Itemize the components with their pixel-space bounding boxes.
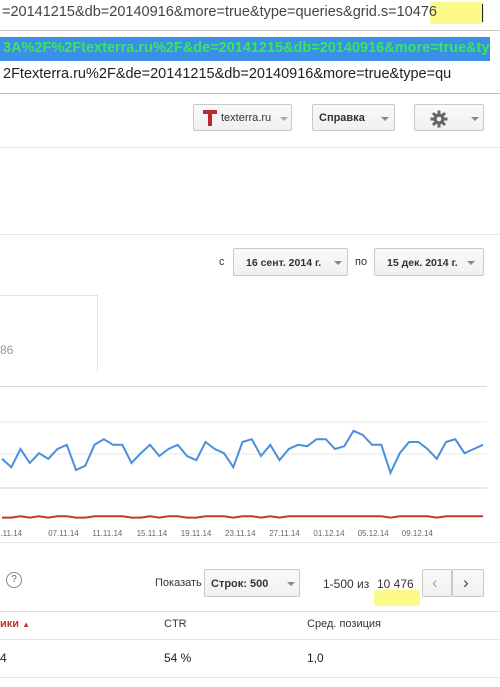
date-to-picker[interactable]: 15 дек. 2014 г. — [374, 248, 484, 276]
divider — [0, 542, 500, 543]
x-axis-tick-label: 01.12.14 — [313, 529, 345, 538]
date-from-label: с — [219, 256, 225, 268]
series-line-impressions — [1, 429, 484, 476]
date-from-picker[interactable]: 16 сент. 2014 г. — [233, 248, 348, 276]
divider — [0, 234, 500, 235]
x-axis-tick-label: 27.11.14 — [269, 529, 300, 538]
help-label: Справка — [319, 112, 365, 124]
settings-button[interactable] — [414, 104, 484, 131]
help-button[interactable]: Справка — [312, 104, 395, 131]
suggestion-text: 3A%2F%2Ftexterra.ru%2F&de=20141215&db=20… — [3, 40, 490, 56]
date-from-value: 16 сент. 2014 г. — [246, 257, 322, 269]
cell-clicks: 4 — [0, 651, 7, 665]
date-to-label: по — [355, 256, 368, 268]
clicks-chart — [0, 421, 487, 519]
chevron-down-icon — [334, 261, 342, 265]
sort-asc-icon: ▲ — [22, 620, 31, 629]
table-row[interactable]: 4 54 % 1,0 — [0, 640, 500, 676]
date-to-value: 15 дек. 2014 г. — [387, 257, 458, 269]
texterra-logo-icon — [203, 110, 217, 126]
series-line-clicks — [2, 515, 483, 519]
header-text: ики — [0, 618, 20, 630]
x-axis-tick-label: 23.11.14 — [225, 529, 256, 538]
summary-value: 86 — [0, 343, 14, 357]
chevron-down-icon — [471, 117, 479, 121]
range-text: 1-500 из — [323, 577, 370, 591]
chevron-left-icon: ‹ — [432, 573, 438, 592]
x-axis-tick-label: 3.11.14 — [0, 529, 23, 538]
total-highlight — [374, 590, 420, 606]
chevron-down-icon — [467, 261, 475, 265]
chevron-down-icon — [280, 117, 288, 121]
text-caret — [482, 4, 483, 22]
x-axis-tick-label: 05.12.14 — [357, 529, 389, 538]
column-header-ctr[interactable]: CTR — [164, 618, 187, 630]
chevron-down-icon — [381, 117, 389, 121]
suggestion-item[interactable]: 2Ftexterra.ru%2F&de=20141215&db=20140916… — [3, 66, 451, 82]
table-row-divider — [0, 677, 500, 678]
x-axis-tick-label: 15.11.14 — [136, 529, 168, 538]
summary-card — [0, 295, 98, 372]
url-text[interactable]: =20141215&db=20140916&more=true&type=que… — [2, 4, 437, 20]
rows-label: Строк: 500 — [211, 578, 269, 590]
column-header-position[interactable]: Сред. позиция — [307, 618, 381, 630]
url-highlight — [430, 2, 484, 24]
x-axis-tick-label: 09.12.14 — [401, 529, 433, 538]
suggestion-item-highlighted[interactable]: 3A%2F%2Ftexterra.ru%2F&de=20141215&db=20… — [0, 37, 490, 61]
chevron-right-icon: › — [463, 573, 469, 592]
chevron-down-icon — [287, 582, 295, 586]
cell-ctr: 54 % — [164, 651, 192, 665]
next-page-button[interactable]: › — [452, 569, 484, 597]
x-axis-tick-label: 19.11.14 — [180, 529, 212, 538]
table-top-border — [0, 611, 500, 612]
gear-icon — [430, 110, 448, 131]
x-axis-tick-label: 11.11.14 — [92, 529, 123, 538]
total-count: 10 476 — [377, 577, 414, 591]
column-header-clicks[interactable]: ики ▲ — [0, 618, 30, 630]
rows-per-page-select[interactable]: Строк: 500 — [204, 569, 300, 597]
divider — [0, 147, 500, 148]
help-circle-icon[interactable]: ? — [6, 572, 22, 588]
site-label: texterra.ru — [221, 112, 272, 124]
cell-position: 1,0 — [307, 651, 324, 665]
prev-page-button[interactable]: ‹ — [422, 569, 452, 597]
show-label: Показать — [155, 577, 202, 589]
x-axis-tick-label: 07.11.14 — [48, 529, 79, 538]
site-selector-button[interactable]: texterra.ru — [193, 104, 292, 131]
